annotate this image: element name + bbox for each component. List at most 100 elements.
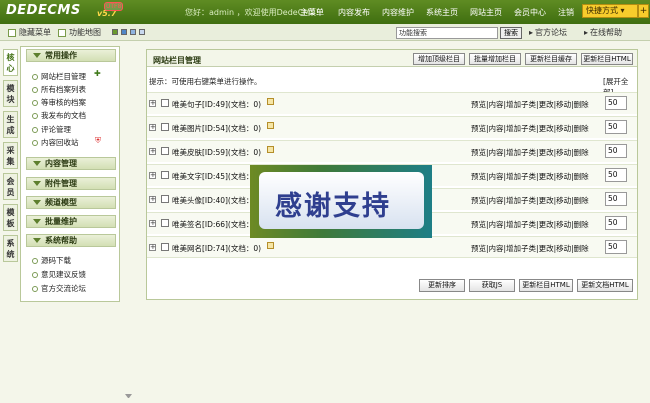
row-checkbox[interactable] (161, 171, 169, 179)
menu-group-attachments[interactable]: 附件管理 (26, 177, 116, 190)
row-actions[interactable]: 预览|内容|增加子类|更改|移动|删除 (471, 99, 589, 110)
edit-note-icon[interactable] (267, 98, 274, 105)
update-document-html-button[interactable]: 更新文档HTML (577, 279, 633, 292)
nav-system-home[interactable]: 系统主页 (426, 7, 458, 18)
top-header: DEDECMS v5.7 UTF8 您好：admin ，欢迎使用DedeCMS！… (0, 0, 650, 24)
chevron-down-icon: ▾ (620, 6, 625, 15)
tab-templates[interactable]: 模板 (3, 204, 18, 231)
menu-group-batch[interactable]: 批量维护 (26, 215, 116, 228)
site-map-button[interactable]: 功能地图 (58, 27, 101, 38)
quick-menu-label: 快捷方式 (586, 6, 618, 15)
hide-menu-button[interactable]: 隐藏菜单 (8, 27, 51, 38)
sort-order-input[interactable]: 50 (605, 120, 627, 134)
online-help-link[interactable]: ▸ 在线帮助 (584, 27, 622, 38)
expand-plus-icon[interactable]: + (149, 124, 156, 131)
menu-item-feedback[interactable]: 意见建议反馈 (32, 269, 86, 280)
row-actions[interactable]: 预览|内容|增加子类|更改|移动|删除 (471, 219, 589, 230)
tab-members[interactable]: 会员 (3, 173, 18, 200)
page-title: 网站栏目管理 (153, 56, 201, 65)
expand-plus-icon[interactable]: + (149, 196, 156, 203)
expand-plus-icon[interactable]: + (149, 244, 156, 251)
row-actions[interactable]: 预览|内容|增加子类|更改|移动|删除 (471, 147, 589, 158)
batch-add-category-button[interactable]: 批量增加栏目 (469, 53, 521, 65)
sort-order-input[interactable]: 50 (605, 144, 627, 158)
menu-item-all-archives[interactable]: 所有档案列表 (32, 84, 86, 95)
add-icon[interactable]: ✚ (94, 69, 101, 78)
skin-pale-icon[interactable] (139, 29, 145, 35)
category-name[interactable]: 唯美头像[ID:40](文档：0) (172, 195, 261, 206)
menu-group-common[interactable]: 常用操作 (26, 49, 116, 62)
sort-order-input[interactable]: 50 (605, 192, 627, 206)
quick-menu-select[interactable]: 快捷方式 ▾ (582, 4, 638, 18)
skin-green-icon[interactable] (112, 29, 118, 35)
shield-icon[interactable]: ⛨ (95, 136, 101, 146)
menu-item-label: 我发布的文档 (41, 111, 86, 120)
edit-note-icon[interactable] (267, 122, 274, 129)
sort-order-input[interactable]: 50 (605, 240, 627, 254)
update-category-html-bottom-button[interactable]: 更新栏目HTML (519, 279, 573, 292)
category-name[interactable]: 唯美文字[ID:45](文档：0) (172, 171, 261, 182)
nav-content-maintain[interactable]: 内容维护 (382, 7, 414, 18)
expand-plus-icon[interactable]: + (149, 100, 156, 107)
menu-item-my-documents[interactable]: 我发布的文档 (32, 110, 86, 121)
menu-group-channel-models[interactable]: 频道模型 (26, 196, 116, 209)
nav-content-publish[interactable]: 内容发布 (338, 7, 370, 18)
menu-group-help[interactable]: 系统帮助 (26, 234, 116, 247)
menu-item-pending-archives[interactable]: 等审核的档案 (32, 97, 86, 108)
tab-modules[interactable]: 模块 (3, 80, 18, 107)
sort-order-input[interactable]: 50 (605, 216, 627, 230)
official-forum-link[interactable]: ▸ 官方论坛 (529, 27, 567, 38)
sort-order-input[interactable]: 50 (605, 96, 627, 110)
search-button[interactable]: 搜索 (500, 27, 522, 39)
row-checkbox[interactable] (161, 147, 169, 155)
nav-member-center[interactable]: 会员中心 (514, 7, 546, 18)
menu-item-label: 评论管理 (41, 125, 71, 134)
row-checkbox[interactable] (161, 195, 169, 203)
row-actions[interactable]: 预览|内容|增加子类|更改|移动|删除 (471, 123, 589, 134)
category-name[interactable]: 唯美句子[ID:49](文档：0) (172, 99, 261, 110)
expand-plus-icon[interactable]: + (149, 220, 156, 227)
nav-main-menu[interactable]: 主菜单 (300, 7, 324, 18)
scroll-down-icon[interactable] (125, 394, 132, 399)
arrow-right-icon: ▸ (529, 28, 534, 37)
menu-item-official-forum[interactable]: 官方交流论坛 (32, 283, 86, 294)
row-checkbox[interactable] (161, 219, 169, 227)
tab-core[interactable]: 核心 (3, 49, 18, 76)
thanks-banner: 感谢支持 (250, 165, 432, 238)
row-checkbox[interactable] (161, 99, 169, 107)
menu-item-source-download[interactable]: 源码下载 (32, 255, 71, 266)
sort-order-input[interactable]: 50 (605, 168, 627, 182)
function-search-input[interactable]: 功能搜索 (396, 27, 498, 39)
menu-item-category-manage[interactable]: 网站栏目管理 (32, 71, 86, 82)
category-name[interactable]: 唯美图片[ID:54](文档：0) (172, 123, 261, 134)
expand-plus-icon[interactable]: + (149, 172, 156, 179)
tab-collect[interactable]: 采集 (3, 142, 18, 169)
category-name[interactable]: 唯美网名[ID:74](文档：0) (172, 243, 261, 254)
category-name[interactable]: 唯美皮肤[ID:59](文档：0) (172, 147, 261, 158)
row-checkbox[interactable] (161, 123, 169, 131)
expand-plus-icon[interactable]: + (149, 148, 156, 155)
edit-note-icon[interactable] (267, 146, 274, 153)
tab-system[interactable]: 系统 (3, 235, 18, 262)
edit-note-icon[interactable] (267, 242, 274, 249)
update-category-html-button[interactable]: 更新栏目HTML (581, 53, 633, 65)
row-actions[interactable]: 预览|内容|增加子类|更改|移动|删除 (471, 171, 589, 182)
hide-menu-icon (8, 28, 16, 37)
add-top-category-button[interactable]: 增加顶级栏目 (413, 53, 465, 65)
update-category-cache-button[interactable]: 更新栏目缓存 (525, 53, 577, 65)
category-name[interactable]: 唯美签名[ID:66](文档：0) (172, 219, 261, 230)
skin-light-blue-icon[interactable] (130, 29, 136, 35)
tab-generate[interactable]: 生成 (3, 111, 18, 138)
nav-site-home[interactable]: 网站主页 (470, 7, 502, 18)
nav-logout[interactable]: 注销 (558, 7, 574, 18)
menu-item-comments[interactable]: 评论管理 (32, 124, 71, 135)
row-actions[interactable]: 预览|内容|增加子类|更改|移动|删除 (471, 195, 589, 206)
skin-blue-icon[interactable] (121, 29, 127, 35)
menu-group-content[interactable]: 内容管理 (26, 157, 116, 170)
get-js-button[interactable]: 获取JS (469, 279, 515, 292)
menu-item-recycle-bin[interactable]: 内容回收站 (32, 137, 79, 148)
row-actions[interactable]: 预览|内容|增加子类|更改|移动|删除 (471, 243, 589, 254)
row-checkbox[interactable] (161, 243, 169, 251)
quick-add-button[interactable]: + (638, 4, 649, 18)
update-sort-button[interactable]: 更新排序 (419, 279, 465, 292)
